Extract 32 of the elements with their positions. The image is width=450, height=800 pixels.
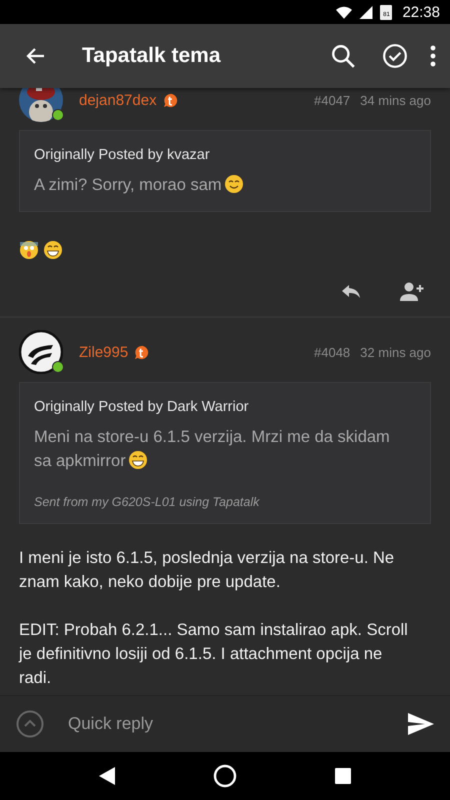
- send-icon: [408, 713, 434, 735]
- quote-text: A zimi? Sorry, morao sam: [34, 173, 416, 197]
- chevron-up-circle-icon: [16, 710, 44, 738]
- check-circle-icon: [382, 43, 408, 69]
- screen-title: Tapatalk tema: [82, 44, 222, 68]
- avatar-logo: [19, 330, 63, 374]
- quick-reply-field[interactable]: Quick reply: [66, 713, 386, 735]
- author-name[interactable]: dejan87dex: [79, 92, 157, 108]
- home-circle-icon: [213, 764, 237, 788]
- quote-header: Originally Posted by Dark Warrior: [34, 399, 250, 415]
- signal-icon: [358, 6, 374, 18]
- more-icon: [430, 45, 436, 67]
- post-time: 32 mins ago: [360, 344, 431, 360]
- tapatalk-badge-icon: [134, 344, 150, 360]
- square-recents-icon: [335, 768, 351, 784]
- post-text: I meni je isto 6.1.5, poslednja verzija na store-u. Ne znam kako, neko dobije pre update.: [19, 548, 396, 593]
- clock-time: 22:38: [402, 4, 440, 20]
- add-person-icon: [399, 280, 425, 304]
- quote-signature: Sent from my G620S-L01 using Tapatalk: [34, 495, 261, 509]
- screaming-face-icon: [19, 240, 39, 260]
- triangle-back-icon: [99, 767, 115, 785]
- grinning-face-icon: [43, 240, 63, 260]
- wifi-icon: [336, 6, 352, 18]
- post-time: 34 mins ago: [360, 92, 431, 108]
- quote-header: Originally Posted by kvazar: [34, 147, 211, 163]
- quote-text: Meni na store-u 6.1.5 verzija. Mrzi me da skidam sa apkmirror: [34, 427, 391, 472]
- post-number: #4047: [314, 92, 350, 108]
- author-name[interactable]: Zile995: [79, 344, 128, 360]
- search-icon: [330, 43, 356, 69]
- post-number: #4048: [314, 344, 350, 360]
- post-text: EDIT: Probah 6.2.1... Samo sam instalirao apk. Scroll je definitivno losiji od 6.1.5. I attachment opcija ne radi.: [19, 620, 409, 689]
- tapatalk-badge-icon: [162, 92, 178, 108]
